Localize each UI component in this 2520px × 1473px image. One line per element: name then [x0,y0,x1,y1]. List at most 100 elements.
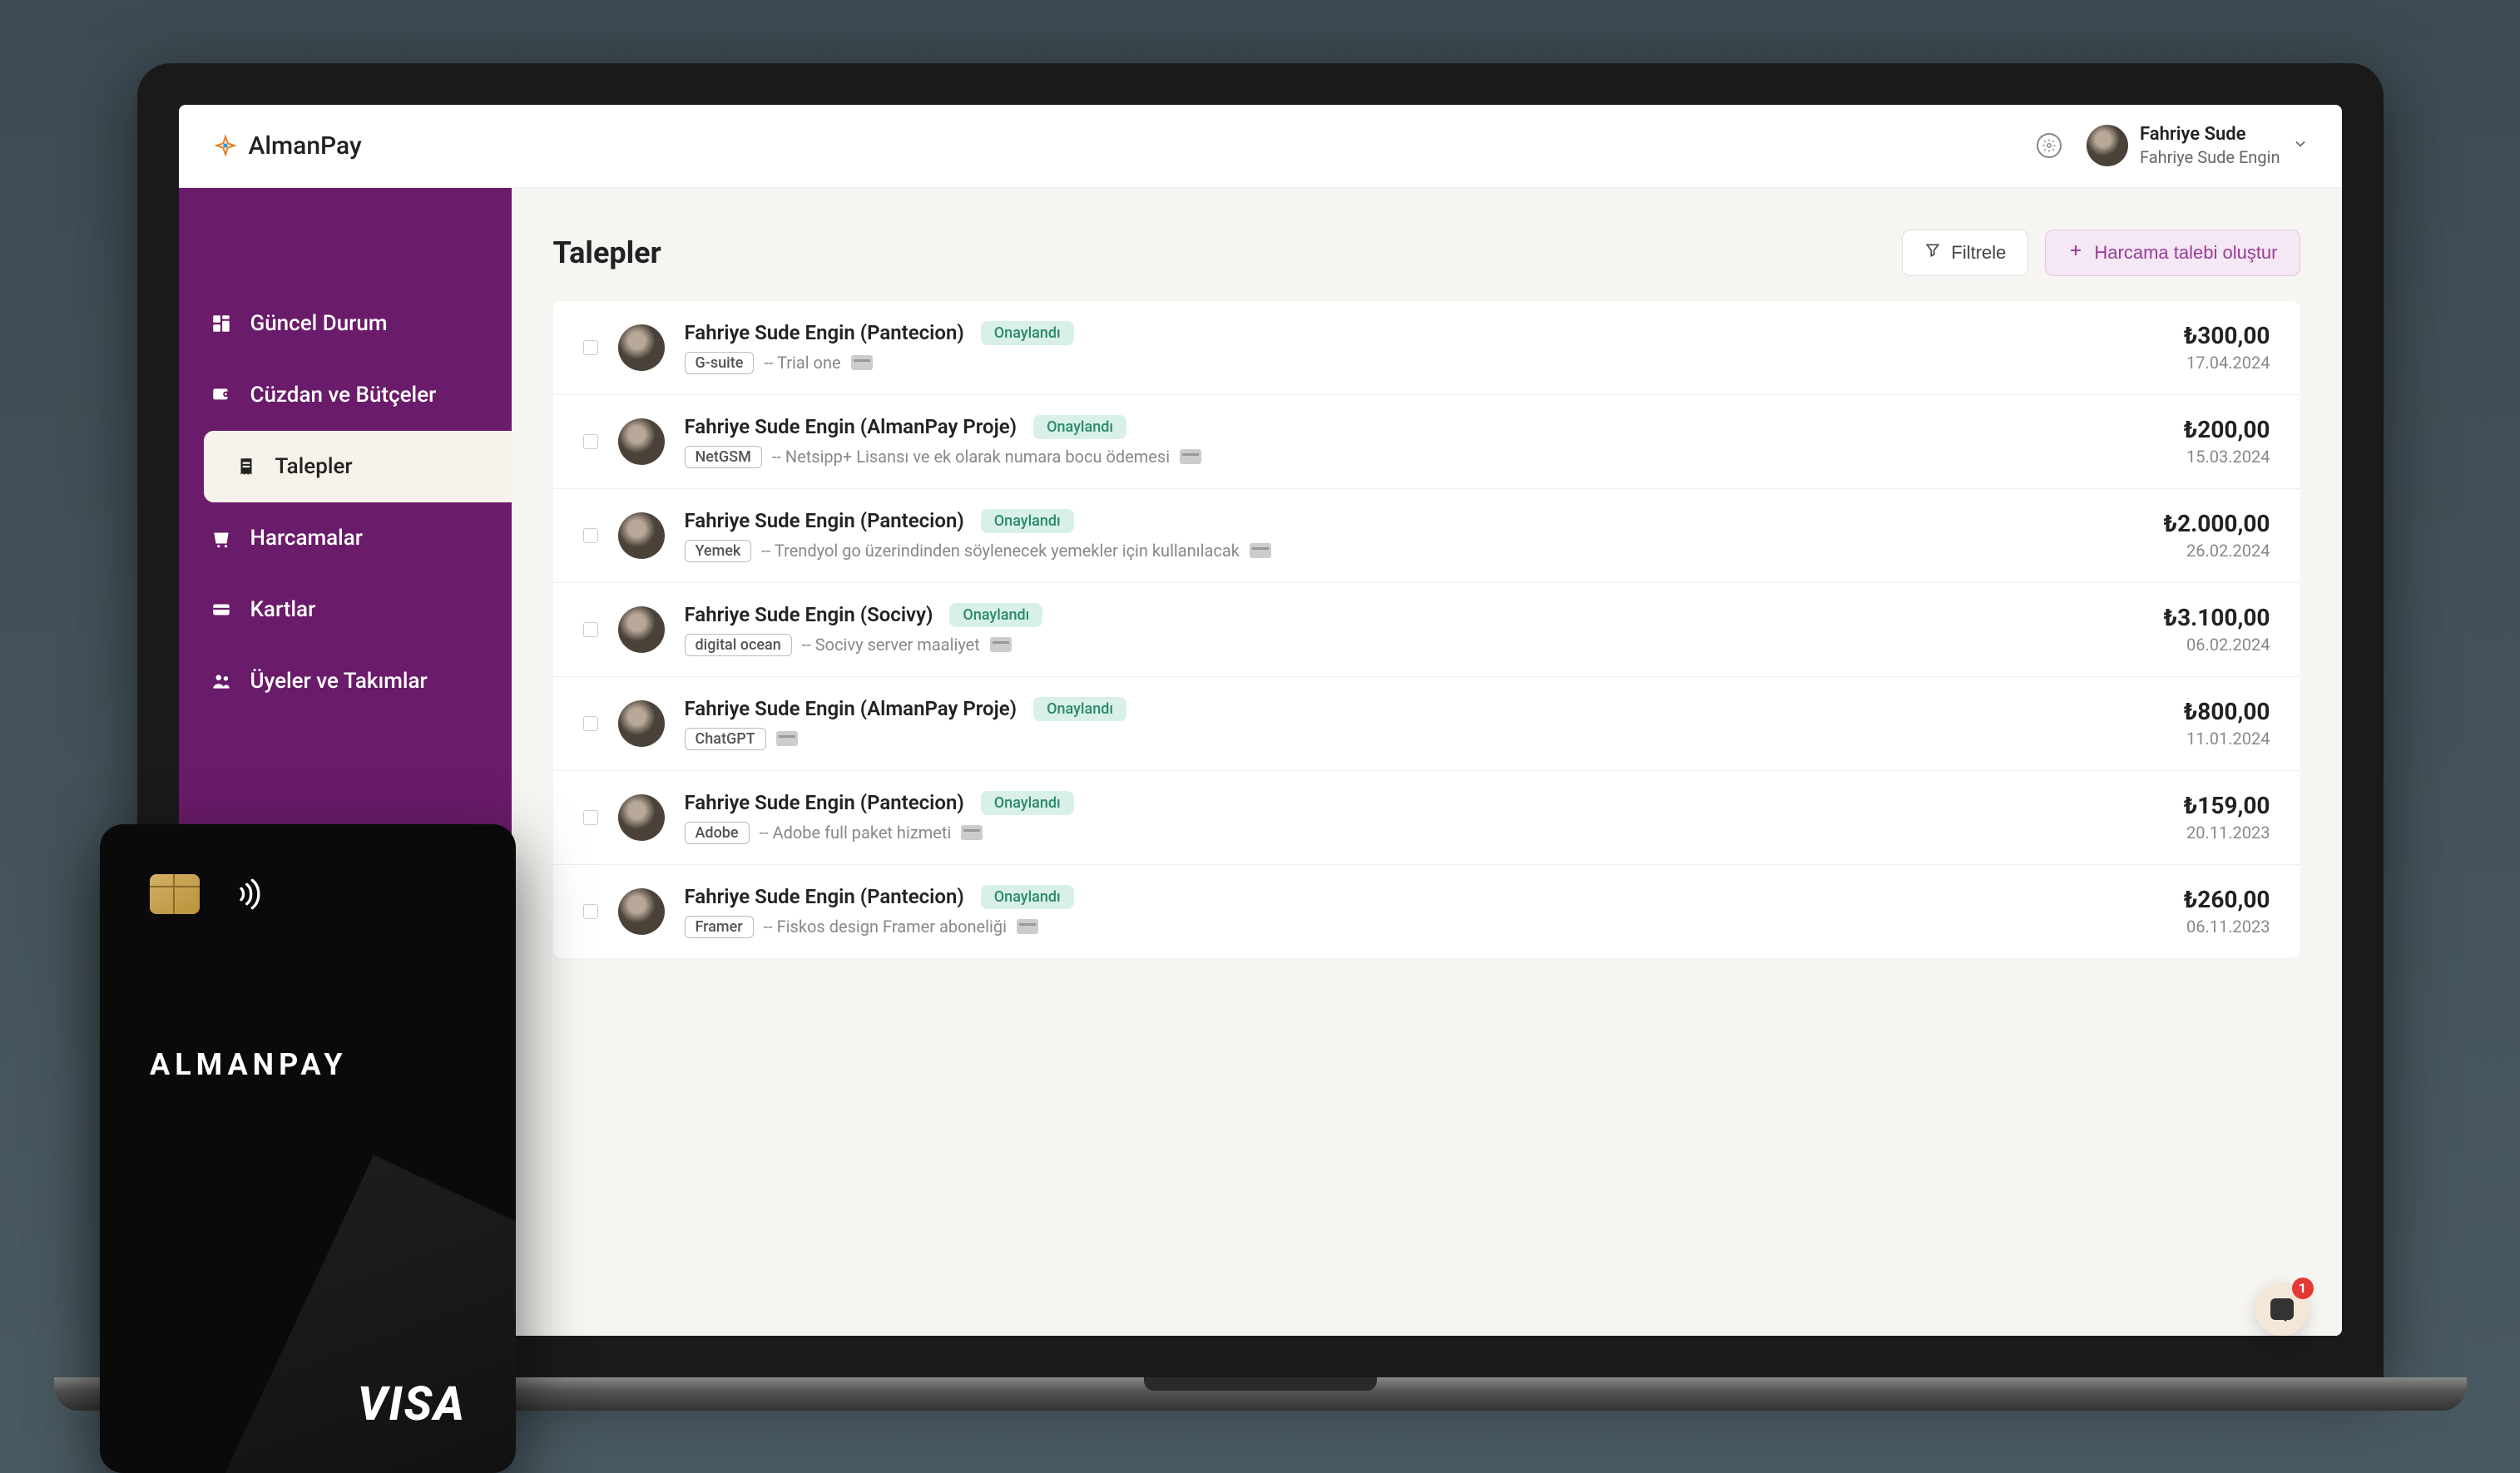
card-icon [1180,449,1201,464]
card-icon [961,825,983,840]
request-amount: ₺2.000,00 [2164,510,2270,537]
sidebar-item-label: Cüzdan ve Bütçeler [250,383,437,408]
page-title: Talepler [553,235,661,270]
filter-label: Filtrele [1951,242,2006,264]
request-right: ₺3.100,00 06.02.2024 [2164,604,2270,655]
request-body: Fahriye Sude Engin (Pantecion) Onaylandı… [685,509,2144,562]
request-title: Fahriye Sude Engin (AlmanPay Proje) [685,697,1017,720]
request-title: Fahriye Sude Engin (Socivy) [685,603,933,626]
request-note: -- Trial one [764,353,840,373]
row-checkbox[interactable] [583,810,598,825]
request-tag: ChatGPT [685,728,766,750]
sidebar-item-wallet[interactable]: Cüzdan ve Bütçeler [179,359,512,431]
request-body: Fahriye Sude Engin (Socivy) Onaylandı di… [685,603,2144,656]
filter-button[interactable]: Filtrele [1902,230,2028,276]
request-title: Fahriye Sude Engin (Pantecion) [685,321,964,344]
request-body: Fahriye Sude Engin (AlmanPay Proje) Onay… [685,697,2164,750]
request-amount: ₺800,00 [2184,698,2270,725]
dashboard-icon [209,311,234,336]
sidebar-item-label: Talepler [275,454,353,479]
team-icon [209,669,234,694]
status-badge: Onaylandı [981,509,1074,533]
card-icon [1017,919,1038,934]
status-badge: Onaylandı [1033,697,1126,721]
list-item[interactable]: Fahriye Sude Engin (Pantecion) Onaylandı… [553,865,2300,958]
request-date: 06.02.2024 [2164,635,2270,655]
row-checkbox[interactable] [583,340,598,355]
topbar: AlmanPay Fahriye Sude Fahriye Sude Engin [179,105,2342,188]
request-right: ₺800,00 11.01.2024 [2184,698,2270,749]
row-checkbox[interactable] [583,622,598,637]
request-body: Fahriye Sude Engin (Pantecion) Onaylandı… [685,885,2164,938]
list-item[interactable]: Fahriye Sude Engin (AlmanPay Proje) Onay… [553,677,2300,771]
list-item[interactable]: Fahriye Sude Engin (Pantecion) Onaylandı… [553,771,2300,865]
avatar [2087,125,2128,166]
sidebar-item-label: Harcamalar [250,526,364,551]
wallet-icon [209,383,234,408]
request-tag: NetGSM [685,446,762,468]
sidebar-item-dashboard[interactable]: Güncel Durum [179,288,512,359]
request-note: -- Socivy server maaliyet [802,635,980,655]
request-right: ₺2.000,00 26.02.2024 [2164,510,2270,561]
avatar [618,700,665,747]
user-subtitle: Fahriye Sude Engin [2140,146,2280,168]
request-amount: ₺3.100,00 [2164,604,2270,631]
page-header: Talepler Filtrele [553,230,2300,276]
request-date: 15.03.2024 [2184,447,2270,467]
status-badge: Onaylandı [1033,415,1126,439]
row-checkbox[interactable] [583,434,598,449]
row-checkbox[interactable] [583,904,598,919]
sidebar-item-team[interactable]: Üyeler ve Takımlar [179,645,512,717]
avatar [618,606,665,653]
card-icon [776,731,798,746]
request-date: 11.01.2024 [2184,729,2270,749]
card-chip-row [150,874,466,914]
avatar [618,324,665,371]
settings-icon[interactable] [2037,133,2062,158]
request-title: Fahriye Sude Engin (Pantecion) [685,509,964,532]
topbar-right: Fahriye Sude Fahriye Sude Engin [2037,123,2308,169]
card-icon [1250,543,1271,558]
avatar [618,418,665,465]
card-icon [209,597,234,622]
request-note: -- Adobe full paket hizmeti [760,823,952,843]
user-menu[interactable]: Fahriye Sude Fahriye Sude Engin [2087,123,2308,169]
request-date: 17.04.2024 [2184,353,2270,373]
request-tag: Framer [685,916,754,938]
avatar [618,888,665,935]
expenses-icon [209,526,234,551]
request-right: ₺200,00 15.03.2024 [2184,416,2270,467]
request-title: Fahriye Sude Engin (Pantecion) [685,791,964,814]
sidebar-item-receipt[interactable]: Talepler [204,431,512,502]
request-right: ₺159,00 20.11.2023 [2184,792,2270,843]
row-checkbox[interactable] [583,716,598,731]
plus-icon [2067,242,2084,264]
physical-card-mockup: ALMANPAY VISA [100,824,516,1473]
request-body: Fahriye Sude Engin (Pantecion) Onaylandı… [685,321,2164,374]
list-item[interactable]: Fahriye Sude Engin (Socivy) Onaylandı di… [553,583,2300,677]
laptop-notch [1144,1377,1377,1391]
sidebar-item-expenses[interactable]: Harcamalar [179,502,512,574]
avatar [618,794,665,841]
request-date: 20.11.2023 [2184,823,2270,843]
brand-logo[interactable]: AlmanPay [212,131,362,161]
sidebar-item-card[interactable]: Kartlar [179,574,512,645]
page-actions: Filtrele Harcama talebi oluştur [1902,230,2300,276]
create-request-button[interactable]: Harcama talebi oluştur [2045,230,2300,276]
request-amount: ₺300,00 [2184,322,2270,349]
filter-icon [1924,242,1941,264]
request-tag: G-suite [685,352,755,374]
request-right: ₺260,00 06.11.2023 [2184,886,2270,937]
status-badge: Onaylandı [981,885,1074,909]
request-amount: ₺159,00 [2184,792,2270,819]
request-note: -- Fiskos design Framer aboneliği [764,917,1007,937]
list-item[interactable]: Fahriye Sude Engin (Pantecion) Onaylandı… [553,489,2300,583]
notification-badge: 1 [2292,1278,2314,1299]
status-badge: Onaylandı [981,791,1074,815]
intercom-launcher[interactable]: 1 [2255,1283,2309,1336]
list-item[interactable]: Fahriye Sude Engin (AlmanPay Proje) Onay… [553,395,2300,489]
list-item[interactable]: Fahriye Sude Engin (Pantecion) Onaylandı… [553,301,2300,395]
avatar [618,512,665,559]
row-checkbox[interactable] [583,528,598,543]
main-content: Talepler Filtrele [512,188,2342,1336]
